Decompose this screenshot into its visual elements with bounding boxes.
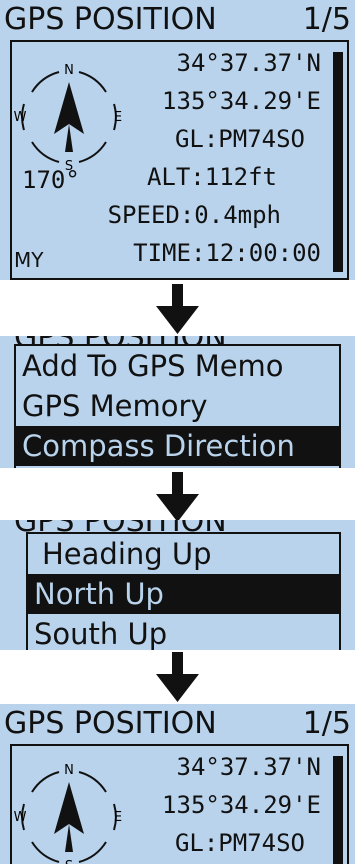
position-source-label: MY	[14, 248, 44, 272]
longitude-value: 135°34.29'E	[162, 87, 321, 115]
page-indicator: 1/5	[302, 2, 351, 37]
gps-position-screen-result: GPS POSITION 1/5 N E S W 34°37.37'N 135°…	[0, 704, 355, 864]
compass-letter-s: S	[65, 859, 73, 864]
grid-locator-value: GL:PM74SO	[174, 829, 305, 857]
page-indicator: 1/5	[302, 706, 351, 741]
menu-item-compass-direction[interactable]: Compass Direction	[16, 426, 339, 466]
longitude-value: 135°34.29'E	[162, 791, 321, 819]
menu-item-south-up[interactable]: South Up	[28, 614, 339, 650]
compass-letter-w: W	[14, 810, 27, 825]
heading-value: 170°	[22, 166, 80, 194]
speed-value: SPEED:0.4mph	[107, 201, 281, 229]
compass-letter-n: N	[64, 763, 74, 778]
screen-title-bar: GPS POSITION 1/5	[0, 704, 355, 744]
compass-direction-menu: Heading Up North Up South Up	[26, 532, 341, 650]
compass-icon: N E S W	[14, 63, 122, 172]
compass-letter-e: E	[114, 810, 122, 825]
menu-item-north-up[interactable]: North Up	[28, 574, 339, 614]
latitude-value: 34°37.37'N	[176, 49, 322, 77]
down-arrow-icon	[156, 652, 199, 702]
compass-letter-n: N	[64, 63, 74, 78]
menu-item-heading-up[interactable]: Heading Up	[28, 534, 339, 574]
scrollbar[interactable]	[333, 756, 343, 864]
scrollbar[interactable]	[333, 52, 343, 272]
gps-options-menu: Add To GPS Memo GPS Memory Compass Direc…	[14, 344, 341, 468]
altitude-value: ALT:112ft	[146, 163, 277, 191]
grid-locator-value: GL:PM74SO	[174, 125, 305, 153]
compass-direction-panel: GPS POSITION Heading Up North Up South U…	[0, 520, 355, 650]
compass-letter-w: W	[14, 110, 27, 125]
down-arrow-icon	[156, 284, 199, 334]
time-value: TIME:12:00:00	[133, 239, 321, 267]
down-arrow-icon	[156, 472, 199, 522]
screen-title: GPS POSITION	[4, 2, 217, 37]
screen-title-bar: GPS POSITION 1/5	[0, 0, 355, 40]
screen-title: GPS POSITION	[4, 706, 217, 741]
compass-menu-panel: GPS POSITION Add To GPS Memo GPS Memory …	[0, 336, 355, 468]
compass-icon: N E S W	[14, 763, 122, 864]
menu-item-add-to-gps-memo[interactable]: Add To GPS Memo	[16, 346, 339, 386]
gps-position-screen: GPS POSITION 1/5 N E S W 34°37.37'N 135°…	[0, 0, 355, 280]
latitude-value: 34°37.37'N	[176, 753, 322, 781]
compass-letter-e: E	[114, 110, 122, 125]
menu-item-gps-memory[interactable]: GPS Memory	[16, 386, 339, 426]
